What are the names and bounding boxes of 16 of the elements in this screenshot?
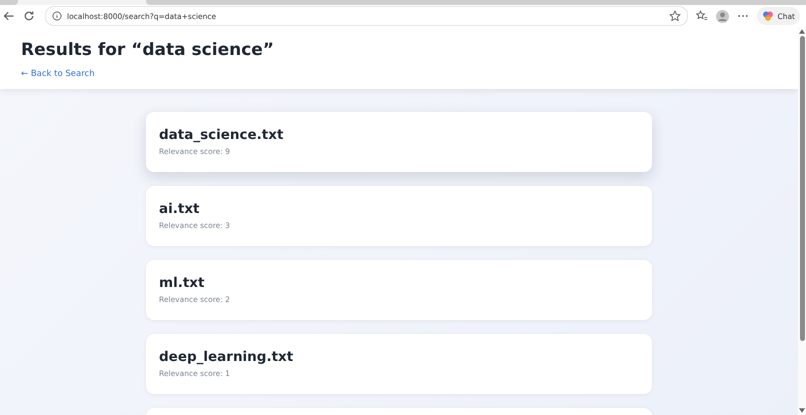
reload-icon[interactable] bbox=[23, 10, 35, 22]
scrollbar[interactable] bbox=[798, 27, 806, 415]
favorites-icon[interactable] bbox=[696, 10, 708, 22]
back-icon[interactable] bbox=[3, 10, 15, 22]
scroll-thumb[interactable] bbox=[800, 36, 804, 341]
profile-icon[interactable] bbox=[716, 10, 730, 22]
results-title: Results for “data science” bbox=[21, 39, 275, 61]
info-icon[interactable] bbox=[52, 11, 62, 21]
result-filename: ai.txt bbox=[159, 200, 200, 218]
result-filename: data_science.txt bbox=[159, 126, 284, 144]
back-to-search-link[interactable]: ← Back to Search bbox=[21, 69, 95, 79]
result-filename: ml.txt bbox=[159, 274, 206, 292]
scroll-up-icon[interactable] bbox=[799, 29, 805, 34]
result-filename: deep_learning.txt bbox=[159, 348, 294, 366]
scroll-down-icon[interactable] bbox=[799, 408, 805, 413]
star-icon[interactable] bbox=[669, 10, 682, 22]
